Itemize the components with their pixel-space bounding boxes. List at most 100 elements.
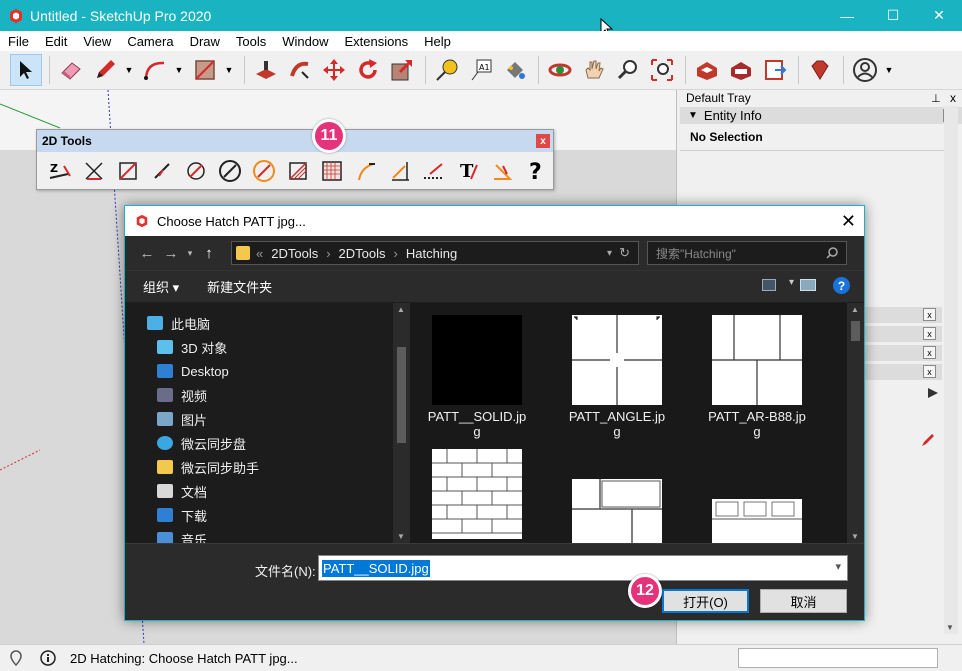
menu-extensions[interactable]: Extensions <box>337 34 417 49</box>
pan-tool-button[interactable] <box>578 54 610 86</box>
push-pull-tool-button[interactable] <box>250 54 282 86</box>
2d-circle-button[interactable] <box>213 156 247 186</box>
organize-menu[interactable]: 组织 ▾ <box>143 277 179 296</box>
nav-item-documents[interactable]: 文档 <box>147 479 259 503</box>
orbit-tool-button[interactable] <box>544 54 576 86</box>
2d-arc-button[interactable] <box>179 156 213 186</box>
back-arrow-icon[interactable]: ← <box>135 245 159 262</box>
rectangle-dropdown-icon[interactable]: ▼ <box>223 54 235 86</box>
filename-input[interactable]: PATT__SOLID.jpg ▾ <box>318 555 848 581</box>
menu-camera[interactable]: Camera <box>119 34 181 49</box>
minimize-button[interactable]: — <box>824 0 870 31</box>
scrollbar-thumb[interactable] <box>397 347 406 443</box>
2d-tools-header[interactable]: 2D Tools x <box>37 130 553 152</box>
dialog-close-button[interactable]: ✕ <box>841 211 856 232</box>
nav-item-desktop[interactable]: Desktop <box>147 359 259 383</box>
search-input[interactable]: 搜索"Hatching" <box>656 245 736 262</box>
refresh-icon[interactable]: ↻ <box>619 245 630 261</box>
measurements-box[interactable] <box>738 648 938 668</box>
breadcrumb-item[interactable]: 2DTools <box>271 246 318 261</box>
menu-window[interactable]: Window <box>274 34 336 49</box>
search-box[interactable]: 搜索"Hatching" <box>647 241 847 265</box>
2d-angle-button[interactable] <box>485 156 519 186</box>
tray-close-icon[interactable]: x <box>950 91 956 105</box>
rectangle-tool-button[interactable] <box>189 54 221 86</box>
geo-location-icon[interactable] <box>4 646 28 670</box>
rotate-tool-button[interactable] <box>352 54 384 86</box>
nav-item-pictures[interactable]: 图片 <box>147 407 259 431</box>
menu-help[interactable]: Help <box>416 34 459 49</box>
2d-offset-button[interactable] <box>247 156 281 186</box>
breadcrumb-item[interactable]: Hatching <box>406 246 457 261</box>
breadcrumb-item[interactable]: 2DTools <box>339 246 386 261</box>
up-arrow-icon[interactable]: ↑ <box>197 245 221 262</box>
open-button[interactable]: 打开(O) <box>662 589 749 613</box>
2d-tools-close-button[interactable]: x <box>536 134 550 148</box>
nav-scrollbar[interactable]: ▲ ▼ <box>393 303 410 543</box>
preview-pane-icon[interactable] <box>800 279 816 291</box>
new-folder-button[interactable]: 新建文件夹 <box>207 277 272 296</box>
view-dropdown-icon[interactable]: ▾ <box>789 277 794 288</box>
text-tool-button[interactable]: A1 <box>465 54 497 86</box>
extension-manager-button[interactable] <box>804 54 836 86</box>
account-button[interactable] <box>849 54 881 86</box>
2d-leader-button[interactable] <box>417 156 451 186</box>
nav-item-videos[interactable]: 视频 <box>147 383 259 407</box>
nav-item-weiyun-assistant[interactable]: 微云同步助手 <box>147 455 259 479</box>
send-to-layout-button[interactable] <box>759 54 791 86</box>
paint-bucket-tool-button[interactable] <box>499 54 531 86</box>
nav-item-downloads[interactable]: 下载 <box>147 503 259 527</box>
menu-edit[interactable]: Edit <box>37 34 75 49</box>
close-window-button[interactable]: ✕ <box>916 0 962 31</box>
tape-measure-tool-button[interactable] <box>431 54 463 86</box>
2d-line-button[interactable] <box>145 156 179 186</box>
nav-item-music[interactable]: 音乐 <box>147 527 259 543</box>
menu-view[interactable]: View <box>75 34 119 49</box>
arc-dropdown-icon[interactable]: ▼ <box>173 54 185 86</box>
scale-tool-button[interactable] <box>386 54 418 86</box>
file-item[interactable]: PATT_ANGLE.jp g <box>557 315 677 439</box>
panel-close-button[interactable]: x <box>923 308 936 321</box>
2d-trim-button[interactable] <box>281 156 315 186</box>
menu-tools[interactable]: Tools <box>228 34 274 49</box>
tray-scrollbar[interactable]: ▼ <box>944 106 958 634</box>
2d-hatch-button[interactable] <box>315 156 349 186</box>
file-item[interactable]: PATT__SOLID.jp g <box>417 315 537 439</box>
menu-file[interactable]: File <box>0 34 37 49</box>
select-tool-button[interactable] <box>10 54 42 86</box>
filename-value[interactable]: PATT__SOLID.jpg <box>322 559 430 577</box>
recent-dropdown-icon[interactable]: ▾ <box>183 248 197 259</box>
pencil-dropdown-icon[interactable]: ▼ <box>123 54 135 86</box>
pencil-icon[interactable] <box>920 432 936 448</box>
follow-me-tool-button[interactable] <box>284 54 316 86</box>
2d-extend-button[interactable] <box>349 156 383 186</box>
expand-arrow-icon[interactable] <box>926 386 940 400</box>
cancel-button[interactable]: 取消 <box>760 589 847 613</box>
help-icon[interactable]: ? <box>833 277 850 294</box>
nav-item-3d-objects[interactable]: 3D 对象 <box>147 335 259 359</box>
panel-close-button[interactable]: x <box>923 346 936 359</box>
file-item[interactable]: PATT_AR-B88.jp g <box>697 315 817 439</box>
panel-close-button[interactable]: x <box>923 327 936 340</box>
nav-item-this-pc[interactable]: 此电脑 <box>147 311 259 335</box>
2d-text-tool-button[interactable]: T <box>451 156 485 186</box>
tray-pin-icon[interactable]: ⊥ <box>931 93 941 105</box>
entity-info-panel-header[interactable]: ▼ Entity Info x <box>680 107 962 124</box>
2d-dimension-button[interactable] <box>383 156 417 186</box>
3d-warehouse-button[interactable] <box>691 54 723 86</box>
filename-dropdown-icon[interactable]: ▾ <box>835 560 841 573</box>
address-dropdown-icon[interactable]: ▾ <box>607 248 612 259</box>
file-item[interactable] <box>417 449 537 543</box>
2d-erase-button[interactable] <box>77 156 111 186</box>
panel-close-button[interactable]: x <box>923 365 936 378</box>
move-tool-button[interactable] <box>318 54 350 86</box>
forward-arrow-icon[interactable]: → <box>159 245 183 262</box>
zoom-extents-tool-button[interactable] <box>646 54 678 86</box>
file-item[interactable] <box>697 499 817 543</box>
extension-warehouse-button[interactable] <box>725 54 757 86</box>
scrollbar-thumb[interactable] <box>851 321 860 341</box>
zoom-tool-button[interactable] <box>612 54 644 86</box>
dialog-title-bar[interactable]: Choose Hatch PATT jpg... ✕ <box>125 206 864 236</box>
file-item[interactable] <box>557 479 677 543</box>
pencil-tool-button[interactable] <box>89 54 121 86</box>
